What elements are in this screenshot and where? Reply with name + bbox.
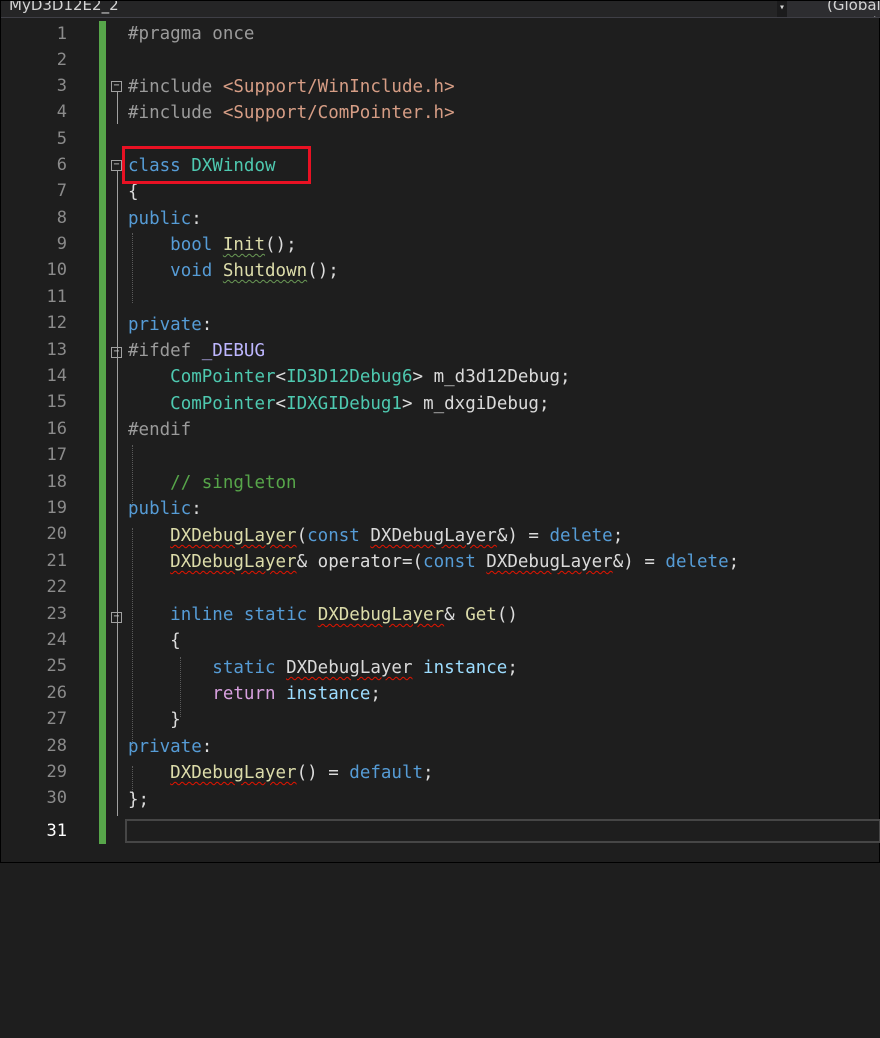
line-number: 30 [46,788,67,808]
line-number: 2 [56,50,67,70]
line-number: 13 [46,340,67,360]
current-line-highlight[interactable] [125,819,880,843]
line-number: 23 [46,604,67,624]
scope-dropdown[interactable]: (Global Scope) [801,1,880,17]
code-line-10: void Shutdown(); [170,261,339,281]
line-number: 4 [56,102,67,122]
code-line-23: inline static DXDebugLayer& Get() [170,605,518,625]
code-line-4: #include <Support/ComPointer.h> [128,103,455,123]
line-number: 24 [46,630,67,650]
line-number: 25 [46,656,67,676]
editor-window: MyD3D12E2_2 ▾ (Global Scope) 1 2 3 4 5 6… [0,0,880,863]
line-number: 10 [46,260,67,280]
line-number: 8 [56,208,67,228]
line-number: 6 [56,155,67,175]
scope-name: (Global Scope) [827,1,880,17]
line-number: 1 [56,24,67,44]
outline-line [117,358,118,420]
line-number: 29 [46,762,67,782]
line-number: 18 [46,472,67,492]
line-number: 20 [46,524,67,544]
code-line-27: } [170,710,181,730]
line-number: 22 [46,577,67,597]
code-line-9: bool Init(); [170,235,297,255]
line-number: 7 [56,181,67,201]
nav-separator [787,1,801,17]
code-line-16: #endif [128,420,192,440]
code-line-21: DXDebugLayer& operator=(const DXDebugLay… [170,552,740,572]
line-number: 27 [46,709,67,729]
code-line-26: return instance; [212,684,381,704]
change-tracking-bar [99,21,106,844]
line-number: 21 [46,551,67,571]
code-line-1: #pragma once [128,24,255,44]
line-number: 16 [46,419,67,439]
outline-line [117,623,118,733]
code-line-8: public: [128,209,202,229]
code-line-18: // singleton [170,473,297,493]
line-number-current: 31 [46,821,67,841]
chevron-down-icon[interactable]: ▾ [777,1,787,17]
code-line-19: public: [128,499,202,519]
line-number: 15 [46,392,67,412]
line-number: 3 [56,76,67,96]
outline-line [117,92,118,124]
collapse-icon[interactable]: − [111,81,122,92]
code-line-14: ComPointer<ID3D12Debug6> m_d3d12Debug; [170,367,571,387]
code-line-25: static DXDebugLayer instance; [212,658,518,678]
code-line-3: #include <Support/WinInclude.h> [128,77,455,97]
collapse-icon[interactable]: − [111,160,122,171]
code-line-12: private: [128,315,213,335]
line-number-gutter: 1 2 3 4 5 6 7 8 9 10 11 12 13 14 15 16 1… [1,18,101,864]
code-line-24: { [170,631,181,651]
line-number: 9 [56,234,67,254]
annotation-highlight-box [122,146,311,184]
line-number: 5 [56,129,67,149]
collapse-icon[interactable]: − [111,612,122,623]
code-line-20: DXDebugLayer(const DXDebugLayer&) = dele… [170,526,624,546]
line-number: 26 [46,683,67,703]
code-line-13: #ifdef _DEBUG [128,341,265,361]
line-number: 12 [46,313,67,333]
line-number: 14 [46,366,67,386]
line-number: 19 [46,498,67,518]
navigation-bar: MyD3D12E2_2 ▾ (Global Scope) [1,1,880,18]
code-line-28: private: [128,737,213,757]
collapse-icon[interactable]: − [111,347,122,358]
line-number: 11 [46,287,67,307]
project-dropdown[interactable]: MyD3D12E2_2 [1,1,787,17]
code-line-15: ComPointer<IDXGIDebug1> m_dxgiDebug; [170,394,550,414]
code-line-29: DXDebugLayer() = default; [170,763,434,783]
line-number: 17 [46,445,67,465]
project-name: MyD3D12E2_2 [9,1,119,14]
code-line-30: }; [128,790,150,810]
line-number: 28 [46,736,67,756]
